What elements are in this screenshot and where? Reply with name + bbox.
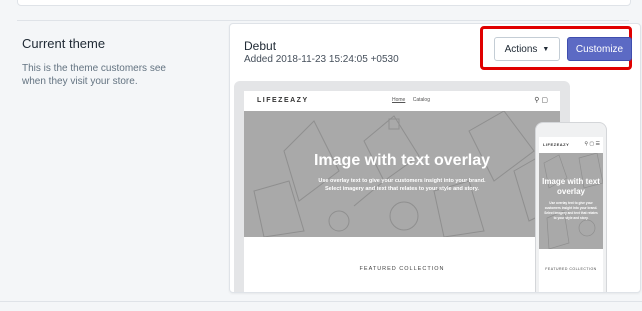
preview-nav-catalog: Catalog (412, 97, 430, 103)
preview-featured-heading: FEATURED COLLECTION (359, 266, 445, 272)
preview-hero-subtitle-line1: Use overlay text to give your customers … (318, 178, 486, 184)
page-bottom-divider (0, 301, 642, 302)
section-divider (17, 20, 629, 21)
section-title: Current theme (22, 36, 106, 51)
mobile-preview-hero-title: Image with text overlay (542, 177, 600, 196)
caret-down-icon: ▼ (542, 45, 550, 53)
mobile-preview[interactable]: LIFEZEAZY ⚲ ▢ ☰ Image with text overlay … (535, 122, 607, 292)
current-theme-card: Debut Added 2018-11-23 15:24:05 +0530 Ac… (229, 23, 641, 293)
customize-button-label: Customize (575, 43, 624, 55)
preview-header-icons: ⚲ ▢ (534, 96, 548, 104)
mobile-preview-header: LIFEZEAZY ⚲ ▢ ☰ (539, 137, 603, 153)
preview-hero-subtitle: Use overlay text to give your customers … (284, 177, 520, 193)
preview-hero-subtitle-line2: Select imagery and text that relates to … (325, 186, 479, 192)
cart-icon: ▢ (541, 97, 548, 104)
mobile-preview-logo: LIFEZEAZY (543, 142, 570, 147)
previous-card (17, 0, 631, 6)
section-description: This is the theme customers see when the… (22, 63, 166, 87)
mobile-preview-screen: LIFEZEAZY ⚲ ▢ ☰ Image with text overlay … (539, 137, 603, 292)
actions-button-label: Actions (504, 43, 538, 55)
mobile-preview-featured-heading: FEATURED COLLECTION (545, 267, 597, 271)
preview-nav: Home Catalog (392, 97, 436, 103)
mobile-preview-icons: ⚲ ▢ ☰ (584, 141, 600, 147)
cart-icon: ▢ (589, 141, 595, 147)
desktop-preview[interactable]: LIFEZEAZY Home Catalog ⚲ ▢ Image with te… (234, 81, 570, 292)
theme-added-date: Added 2018-11-23 15:24:05 +0530 (244, 54, 399, 65)
preview-nav-home: Home (392, 97, 406, 103)
desktop-preview-screen: LIFEZEAZY Home Catalog ⚲ ▢ Image with te… (244, 91, 560, 292)
preview-hero: Image with text overlay Use overlay text… (244, 111, 560, 237)
hero-background-illustration (253, 111, 560, 237)
preview-hero-title: Image with text overlay (313, 152, 491, 169)
search-icon: ⚲ (534, 97, 540, 104)
preview-header: LIFEZEAZY Home Catalog ⚲ ▢ (244, 91, 560, 111)
preview-logo: LIFEZEAZY (257, 97, 309, 104)
search-icon: ⚲ (584, 141, 588, 147)
mobile-preview-hero: Image with text overlay Use overlay text… (539, 153, 603, 249)
mobile-preview-hero-subtitle: Use overlay text to give your customers … (544, 201, 598, 220)
actions-button[interactable]: Actions ▼ (494, 37, 560, 61)
menu-icon: ☰ (595, 141, 600, 147)
customize-button[interactable]: Customize (567, 37, 632, 61)
theme-name: Debut (244, 39, 277, 53)
